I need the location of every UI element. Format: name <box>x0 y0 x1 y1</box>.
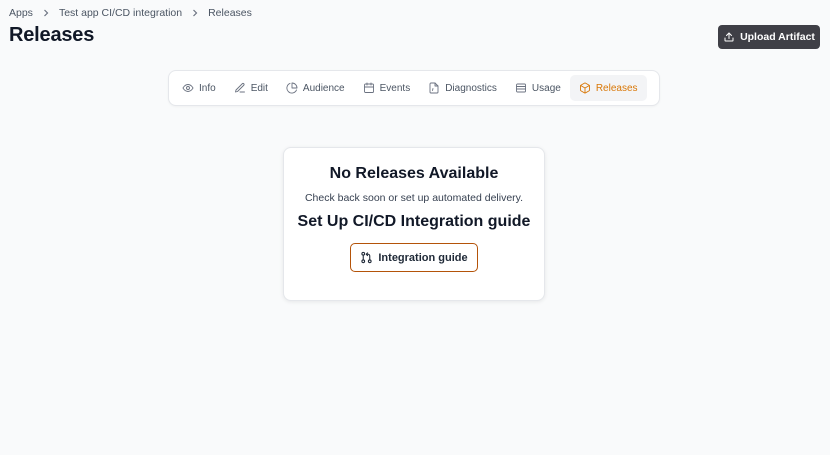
upload-icon <box>724 32 734 42</box>
tab-label: Events <box>379 82 411 94</box>
tab-label: Info <box>199 82 216 94</box>
tab-audience[interactable]: Audience <box>277 75 354 101</box>
tab-label: Audience <box>302 82 345 94</box>
tab-label: Edit <box>250 82 268 94</box>
package-icon <box>579 82 590 94</box>
tab-usage[interactable]: Usage <box>506 75 570 101</box>
pie-chart-icon <box>286 82 298 94</box>
tab-releases[interactable]: Releases <box>569 75 647 101</box>
git-pull-request-icon <box>361 251 373 264</box>
tab-events[interactable]: Events <box>354 75 420 101</box>
empty-state-message: Check back soon or set up automated deli… <box>304 192 524 204</box>
integration-guide-label: Integration guide <box>378 251 468 264</box>
database-icon <box>515 83 526 93</box>
breadcrumb-app[interactable]: Test app CI/CD integration <box>59 7 182 19</box>
breadcrumb-apps[interactable]: Apps <box>9 7 33 19</box>
page-title: Releases <box>9 24 95 46</box>
breadcrumb: Apps Test app CI/CD integration Releases <box>9 6 252 20</box>
empty-state-card: No Releases Available Check back soon or… <box>283 147 545 301</box>
upload-artifact-button[interactable]: Upload Artifact <box>718 25 820 49</box>
tab-info[interactable]: Info <box>173 75 225 101</box>
tab-label: Releases <box>595 82 638 94</box>
tab-label: Usage <box>531 82 561 94</box>
tab-edit[interactable]: Edit <box>225 75 277 101</box>
integration-guide-button[interactable]: Integration guide <box>350 243 478 272</box>
chevron-right-icon <box>41 8 51 18</box>
chevron-right-icon <box>190 8 200 18</box>
calendar-icon <box>363 82 374 93</box>
tab-label: Diagnostics <box>445 82 497 94</box>
tab-diagnostics[interactable]: Diagnostics <box>419 75 506 101</box>
eye-icon <box>182 84 194 92</box>
file-icon <box>429 82 439 94</box>
tab-bar: Info Edit Audience Events Diagnostics Us… <box>168 70 660 106</box>
breadcrumb-current[interactable]: Releases <box>208 7 252 19</box>
empty-state-title: No Releases Available <box>329 165 499 182</box>
pencil-icon <box>234 82 245 93</box>
empty-state-subtitle: Set Up CI/CD Integration guide <box>297 213 531 230</box>
upload-artifact-label: Upload Artifact <box>740 31 815 43</box>
